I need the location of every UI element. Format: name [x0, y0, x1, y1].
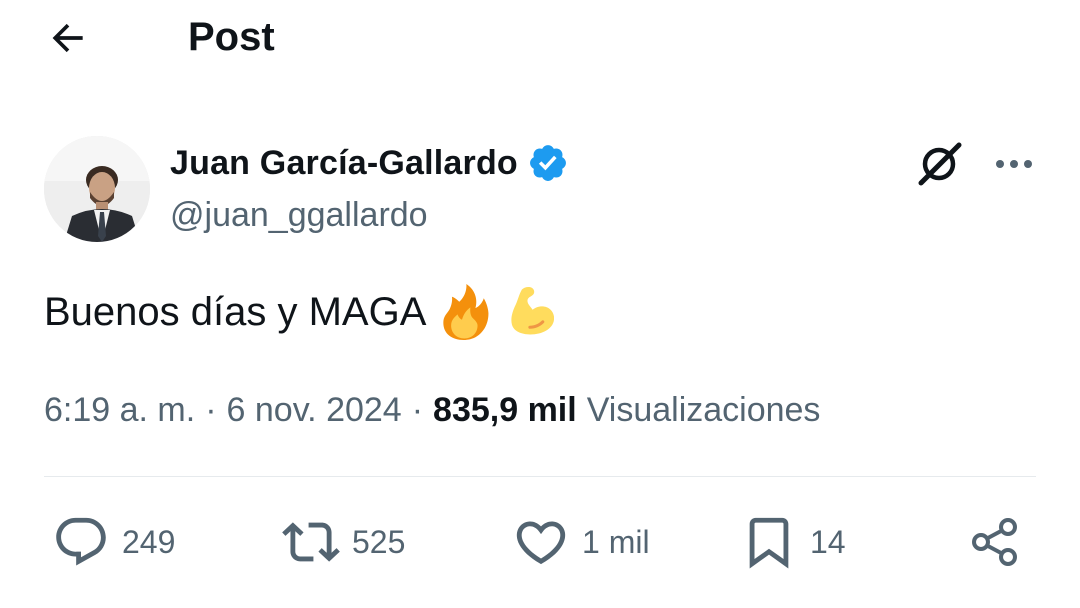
share-button[interactable] — [966, 506, 1024, 578]
author-handle[interactable]: @juan_ggallardo — [170, 192, 428, 238]
repost-icon — [282, 522, 340, 562]
page-title: Post — [188, 15, 275, 59]
heart-icon — [516, 521, 566, 565]
more-options-button[interactable] — [988, 140, 1040, 188]
author-name-row: Juan García-Gallardo — [170, 138, 570, 188]
post-date[interactable]: 6 nov. 2024 — [227, 391, 402, 430]
arrow-left-icon — [52, 23, 83, 53]
views-label[interactable]: Visualizaciones — [587, 391, 821, 430]
more-horizontal-icon — [996, 160, 1032, 168]
views-count[interactable]: 835,9 mil — [433, 391, 577, 430]
reply-count: 249 — [122, 523, 176, 560]
back-button[interactable] — [44, 16, 92, 60]
separator-dot: · — [411, 390, 424, 429]
reply-icon — [56, 517, 106, 566]
reply-button[interactable]: 249 — [52, 506, 175, 578]
post-text: Buenos días y MAGA — [44, 280, 555, 344]
author-name[interactable]: Juan García-Gallardo — [170, 144, 518, 183]
grok-button[interactable] — [912, 138, 968, 190]
share-icon — [972, 518, 1017, 566]
top-bar: Post — [0, 0, 1080, 80]
post-time[interactable]: 6:19 a. m. — [44, 391, 195, 430]
action-bar: 249 525 1 mil 14 — [0, 506, 1080, 578]
post-text-content: Buenos días y MAGA — [44, 290, 427, 334]
bookmark-count: 14 — [810, 523, 846, 560]
repost-count: 525 — [352, 523, 406, 560]
bookmark-icon — [749, 517, 789, 569]
flexed-biceps-emoji — [511, 286, 555, 335]
post-metadata: 6:19 a. m. · 6 nov. 2024 · 835,9 mil Vis… — [44, 384, 820, 436]
verified-badge-icon[interactable] — [526, 141, 570, 185]
repost-button[interactable]: 525 — [282, 506, 405, 578]
like-button[interactable]: 1 mil — [512, 506, 650, 578]
separator-dot: · — [205, 390, 217, 429]
like-count: 1 mil — [582, 523, 650, 560]
divider — [44, 476, 1036, 477]
fire-emoji — [443, 284, 489, 340]
grok-icon — [918, 142, 962, 186]
avatar-photo — [44, 136, 150, 242]
avatar[interactable] — [44, 136, 150, 242]
bookmark-button[interactable]: 14 — [740, 506, 846, 578]
